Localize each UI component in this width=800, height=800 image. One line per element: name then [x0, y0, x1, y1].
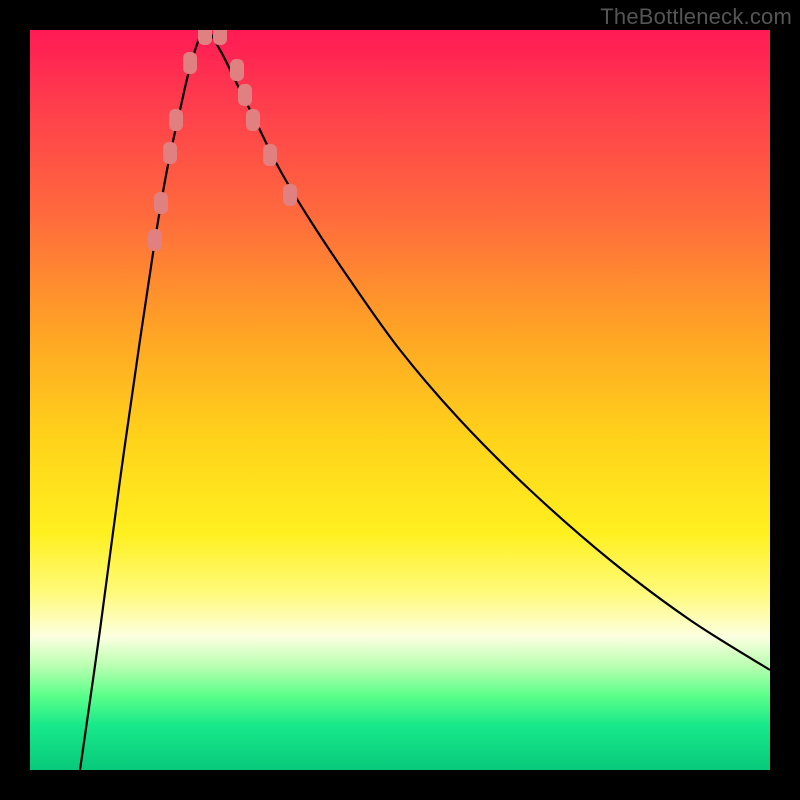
- plot-area: [30, 30, 770, 770]
- chart-frame: TheBottleneck.com: [0, 0, 800, 800]
- watermark-text: TheBottleneck.com: [600, 4, 792, 30]
- highlight-bead: [198, 30, 212, 45]
- bottleneck-curve: [80, 30, 770, 770]
- highlight-bead: [246, 109, 260, 131]
- curve-svg: [30, 30, 770, 770]
- highlight-bead: [148, 229, 162, 251]
- highlight-bead: [238, 84, 252, 106]
- highlight-bead: [169, 109, 183, 131]
- highlight-bead: [163, 142, 177, 164]
- highlight-beads-group: [148, 30, 297, 251]
- highlight-bead: [283, 184, 297, 206]
- highlight-bead: [263, 144, 277, 166]
- highlight-bead: [230, 59, 244, 81]
- highlight-bead: [183, 52, 197, 74]
- highlight-bead: [154, 192, 168, 214]
- highlight-bead: [213, 30, 227, 45]
